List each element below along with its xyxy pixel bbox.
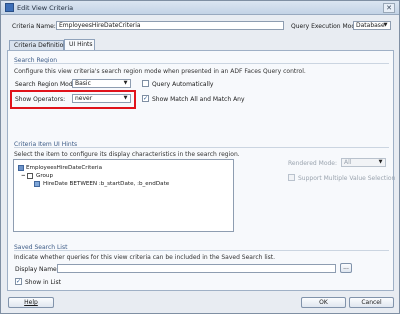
show-operators-select[interactable]: never ▼ [72, 94, 131, 103]
criteria-icon [18, 165, 24, 171]
group-icon [27, 173, 33, 179]
rendered-mode-select[interactable]: All ▼ [341, 158, 386, 167]
search-region-mode-select[interactable]: Basic ▼ [72, 79, 131, 88]
show-operators-label: Show Operators: [15, 96, 66, 103]
title-bar: Edit View Criteria ✕ [1, 1, 399, 15]
search-region-description: Configure this view criteria's search re… [14, 68, 306, 75]
show-in-list-label: Show in List [25, 279, 61, 286]
criteria-item-icon [34, 181, 40, 187]
tree-node-root[interactable]: EmployeesHireDateCriteria [26, 165, 102, 171]
section-divider [14, 63, 389, 64]
section-divider [14, 250, 389, 251]
show-operators-value: never [75, 95, 93, 102]
query-execution-mode-value: Database [356, 22, 385, 29]
tab-ui-hints[interactable]: UI Hints [64, 39, 95, 50]
display-name-label: Display Name: [15, 266, 59, 273]
criteria-tree[interactable]: EmployeesHireDateCriteria − Group HireDa… [13, 159, 234, 232]
chevron-down-icon: ▼ [123, 80, 128, 86]
tab-criteria-definition[interactable]: Criteria Definition [9, 40, 67, 50]
ok-button[interactable]: OK [301, 297, 346, 308]
help-button[interactable]: Help [8, 297, 54, 308]
collapse-icon[interactable]: − [21, 173, 26, 179]
criteria-name-input[interactable]: EmployeesHireDateCriteria [56, 21, 284, 30]
show-in-list-checkbox[interactable]: ✓ [15, 278, 22, 285]
app-icon [5, 3, 14, 12]
close-icon[interactable]: ✕ [383, 3, 395, 13]
search-region-mode-value: Basic [75, 80, 91, 87]
cancel-button[interactable]: Cancel [349, 297, 394, 308]
tree-node-item[interactable]: HireDate BETWEEN :b_startDate, :b_endDat… [43, 181, 169, 187]
multiple-value-selection-label: Support Multiple Value Selection [298, 175, 396, 182]
display-name-input[interactable] [57, 264, 336, 273]
query-automatically-checkbox[interactable] [142, 80, 149, 87]
rendered-mode-label: Rendered Mode: [288, 160, 338, 167]
rendered-mode-value: All [344, 159, 352, 166]
tree-node-group[interactable]: Group [36, 173, 53, 179]
query-execution-mode-label: Query Execution Mode: [291, 23, 361, 30]
chevron-down-icon: ▼ [123, 95, 128, 101]
query-automatically-label: Query Automatically [152, 81, 214, 88]
criteria-item-ui-hints-description: Select the item to configure its display… [14, 151, 240, 158]
edit-view-criteria-dialog: Edit View Criteria ✕ Criteria Name: Empl… [0, 0, 400, 314]
saved-search-list-description: Indicate whether queries for this view c… [14, 254, 276, 261]
section-divider [14, 147, 389, 148]
search-region-mode-label: Search Region Mode: [15, 81, 79, 88]
query-execution-mode-select[interactable]: Database ▼ [353, 21, 391, 30]
show-match-all-checkbox[interactable]: ✓ [142, 95, 149, 102]
multiple-value-selection-checkbox[interactable] [288, 174, 295, 181]
show-match-all-label: Show Match All and Match Any [152, 96, 245, 103]
window-title: Edit View Criteria [17, 4, 74, 12]
chevron-down-icon: ▼ [378, 159, 383, 165]
criteria-name-label: Criteria Name: [12, 23, 56, 30]
chevron-down-icon: ▼ [383, 22, 388, 28]
browse-button[interactable]: ... [340, 263, 352, 273]
